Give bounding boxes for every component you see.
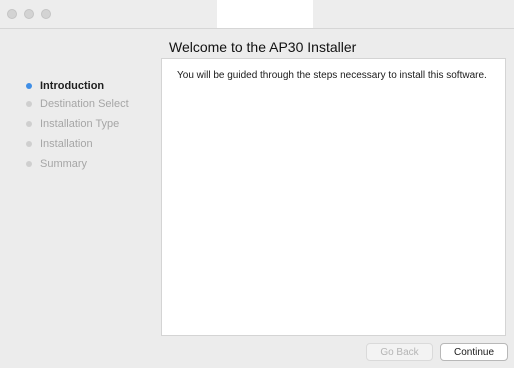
step-label: Introduction — [40, 80, 105, 92]
minimize-button[interactable] — [24, 9, 34, 19]
sidebar-step-installation-type: Installation Type — [26, 115, 119, 133]
continue-button[interactable]: Continue — [440, 343, 508, 361]
page-title: Welcome to the AP30 Installer — [169, 39, 357, 55]
step-label: Summary — [40, 158, 88, 170]
step-indicator-icon — [26, 101, 32, 107]
step-indicator-icon — [26, 121, 32, 127]
sidebar-step-introduction: Introduction — [26, 77, 104, 95]
content-panel: You will be guided through the steps nec… — [161, 58, 506, 336]
step-label: Installation Type — [40, 118, 120, 130]
go-back-button[interactable]: Go Back — [366, 343, 433, 361]
zoom-button[interactable] — [41, 9, 51, 19]
step-label: Destination Select — [40, 98, 129, 110]
step-indicator-icon — [26, 141, 32, 147]
sidebar-step-installation: Installation — [26, 135, 93, 153]
step-indicator-icon — [26, 161, 32, 167]
close-button[interactable] — [7, 9, 17, 19]
step-indicator-icon — [26, 83, 32, 89]
step-label: Installation — [40, 138, 93, 150]
intro-text: You will be guided through the steps nec… — [177, 70, 487, 81]
sidebar-step-summary: Summary — [26, 155, 87, 173]
window-title-area — [217, 0, 313, 28]
installer-window: Welcome to the AP30 Installer Introducti… — [0, 0, 514, 368]
sidebar-step-destination-select: Destination Select — [26, 95, 129, 113]
title-bar — [0, 0, 514, 29]
